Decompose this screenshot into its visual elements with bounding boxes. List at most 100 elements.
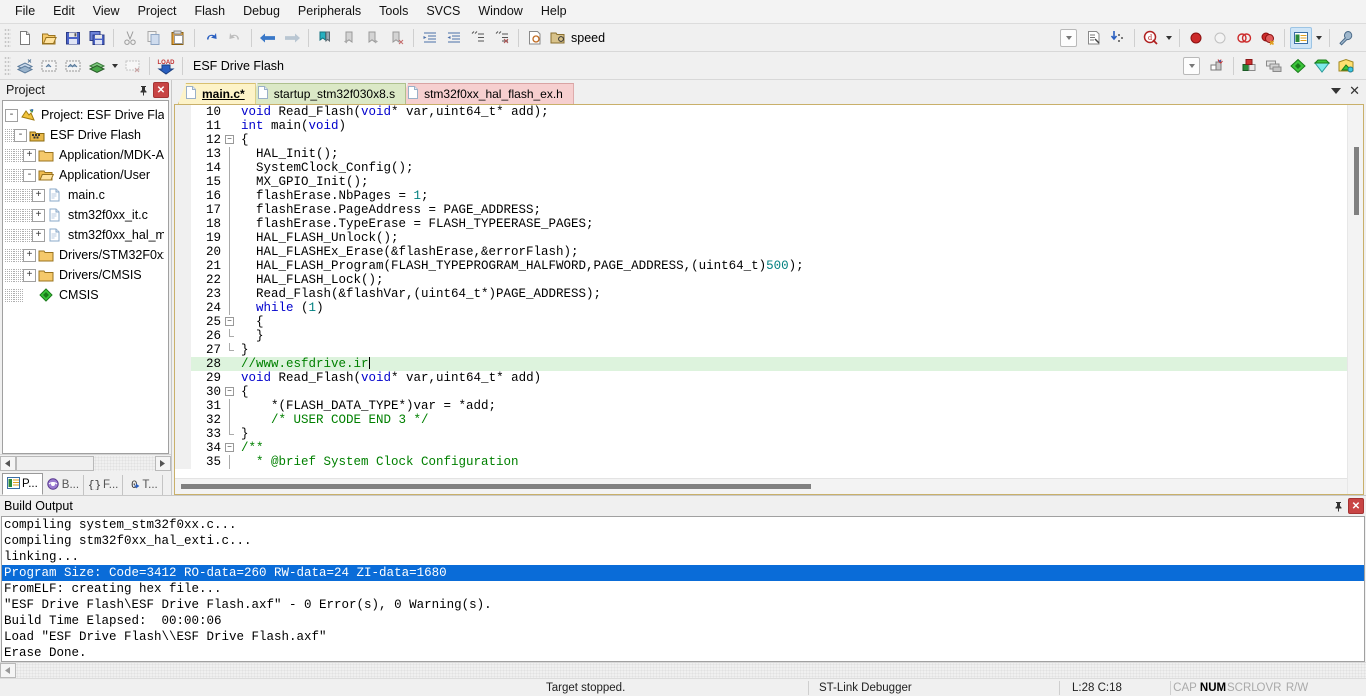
options-for-target-button[interactable] <box>1239 55 1261 77</box>
code-line[interactable]: 12−{ <box>175 133 1347 147</box>
select-software-packs-button[interactable] <box>1335 55 1357 77</box>
fold-gutter[interactable] <box>221 203 237 217</box>
fold-gutter[interactable] <box>221 217 237 231</box>
code-text[interactable]: } <box>237 329 1347 343</box>
code-line[interactable]: 31 *(FLASH_DATA_TYPE*)var = *add; <box>175 399 1347 413</box>
bookmark-gutter[interactable] <box>175 217 191 231</box>
batch-build-dropdown[interactable] <box>109 55 121 77</box>
code-text[interactable]: HAL_FLASH_Program(FLASH_TYPEPROGRAM_HALF… <box>237 259 1347 273</box>
disable-all-breakpoints-button[interactable] <box>1233 27 1255 49</box>
comment-button[interactable] <box>467 27 489 49</box>
code-text[interactable]: /** <box>237 441 1347 455</box>
tree-node[interactable]: + Drivers/STM32F0xx_HAL_Driver <box>5 245 168 265</box>
pin-icon[interactable] <box>135 82 151 98</box>
code-line[interactable]: 20 HAL_FLASHEx_Erase(&flashErase,&errorF… <box>175 245 1347 259</box>
fold-gutter[interactable] <box>221 175 237 189</box>
code-line[interactable]: 22 HAL_FLASH_Lock(); <box>175 273 1347 287</box>
navigate-back-button[interactable] <box>257 27 279 49</box>
code-line[interactable]: 24 while (1) <box>175 301 1347 315</box>
fold-gutter[interactable] <box>221 357 237 371</box>
copy-button[interactable] <box>143 27 165 49</box>
code-text[interactable]: Read_Flash(&flashVar,(uint64_t*)PAGE_ADD… <box>237 287 1347 301</box>
code-line[interactable]: 19 HAL_FLASH_Unlock(); <box>175 231 1347 245</box>
bookmark-gutter[interactable] <box>175 427 191 441</box>
editor-tab-2[interactable]: stm32f0xx_hal_flash_ex.h <box>400 83 574 104</box>
code-line[interactable]: 13 HAL_Init(); <box>175 147 1347 161</box>
fold-gutter[interactable] <box>221 399 237 413</box>
fold-toggle-icon[interactable]: − <box>225 387 234 396</box>
fold-toggle-icon[interactable]: − <box>225 443 234 452</box>
disable-breakpoint-button[interactable] <box>1209 27 1231 49</box>
pack-installer-button[interactable] <box>1287 55 1309 77</box>
code-text[interactable]: void Read_Flash(void* var,uint64_t* add)… <box>237 105 1347 119</box>
build-output-line[interactable]: Program Size: Code=3412 RO-data=260 RW-d… <box>2 565 1364 581</box>
bookmark-gutter[interactable] <box>175 273 191 287</box>
new-file-button[interactable] <box>14 27 36 49</box>
code-text[interactable]: } <box>237 427 1347 441</box>
build-output-log[interactable]: compiling system_stm32f0xx.c... compiling… <box>1 516 1365 662</box>
bookmark-toggle-button[interactable] <box>314 27 336 49</box>
bookmark-gutter[interactable] <box>175 371 191 385</box>
menu-item-help[interactable]: Help <box>532 1 576 22</box>
build-output-line[interactable]: Load "ESF Drive Flash\\ESF Drive Flash.a… <box>2 629 1364 645</box>
fold-toggle-icon[interactable]: − <box>225 317 234 326</box>
bookmark-gutter[interactable] <box>175 329 191 343</box>
code-line[interactable]: 11 int main(void) <box>175 119 1347 133</box>
fold-gutter[interactable] <box>221 189 237 203</box>
project-panel-tab-0[interactable]: P... <box>2 473 43 495</box>
menu-item-window[interactable]: Window <box>469 1 531 22</box>
bookmark-gutter[interactable] <box>175 245 191 259</box>
fold-gutter[interactable] <box>221 105 237 119</box>
code-line[interactable]: 33} <box>175 427 1347 441</box>
fold-gutter[interactable] <box>221 259 237 273</box>
indent-button[interactable] <box>419 27 441 49</box>
code-line[interactable]: 35 * @brief System Clock Configuration <box>175 455 1347 469</box>
code-text[interactable]: SystemClock_Config(); <box>237 161 1347 175</box>
tree-node[interactable]: + Drivers/CMSIS <box>5 265 168 285</box>
toolbar-grip[interactable] <box>4 27 11 48</box>
project-panel-tab-1[interactable]: B... <box>43 475 85 495</box>
find-in-files-button[interactable] <box>524 27 546 49</box>
build-output-line[interactable]: Build Time Elapsed: 00:00:06 <box>2 613 1364 629</box>
code-line[interactable]: 30−{ <box>175 385 1347 399</box>
download-button[interactable]: LOAD <box>155 55 177 77</box>
manage-project-items-button[interactable] <box>1263 55 1285 77</box>
menu-item-edit[interactable]: Edit <box>44 1 84 22</box>
code-line[interactable]: 32 /* USER CODE END 3 */ <box>175 413 1347 427</box>
fold-gutter[interactable] <box>221 119 237 133</box>
editor-hscrollbar[interactable] <box>175 478 1347 494</box>
insert-breakpoint-button[interactable] <box>1185 27 1207 49</box>
bookmark-gutter[interactable] <box>175 189 191 203</box>
bookmark-next-button[interactable] <box>362 27 384 49</box>
code-text[interactable]: /* USER CODE END 3 */ <box>237 413 1347 427</box>
scroll-thumb[interactable] <box>16 455 94 471</box>
rebuild-button[interactable] <box>62 55 84 77</box>
code-text[interactable]: { <box>237 133 1347 147</box>
debug-dropdown[interactable] <box>1163 27 1175 49</box>
start-debug-session-button[interactable]: d <box>1140 27 1162 49</box>
tree-node[interactable]: - Project: ESF Drive Flash <box>5 105 168 125</box>
menu-item-view[interactable]: View <box>84 1 129 22</box>
tree-node[interactable]: - ESF Drive Flash <box>5 125 168 145</box>
paste-button[interactable] <box>167 27 189 49</box>
goto-definition-button[interactable] <box>1107 27 1129 49</box>
code-text[interactable]: void Read_Flash(void* var,uint64_t* add) <box>237 371 1347 385</box>
fold-gutter[interactable] <box>221 343 237 357</box>
uncomment-button[interactable] <box>491 27 513 49</box>
save-button[interactable] <box>62 27 84 49</box>
scroll-track[interactable] <box>16 663 1366 678</box>
build-output-line[interactable]: compiling stm32f0xx_hal_exti.c... <box>2 533 1364 549</box>
tree-node[interactable]: + Application/MDK-ARM <box>5 145 168 165</box>
code-text[interactable]: } <box>237 343 1347 357</box>
code-editor[interactable]: 10 void Read_Flash(void* var,uint64_t* ad… <box>174 104 1364 495</box>
menu-item-svcs[interactable]: SVCS <box>417 1 469 22</box>
code-text[interactable]: MX_GPIO_Init(); <box>237 175 1347 189</box>
code-line[interactable]: 28 //www.esfdrive.ir <box>175 357 1347 371</box>
code-line[interactable]: 18 flashErase.TypeErase = FLASH_TYPEERAS… <box>175 217 1347 231</box>
navigate-forward-button[interactable] <box>281 27 303 49</box>
bookmark-gutter[interactable] <box>175 399 191 413</box>
bookmark-gutter[interactable] <box>175 259 191 273</box>
manage-windows-dropdown[interactable] <box>1313 27 1325 49</box>
bookmark-gutter[interactable] <box>175 343 191 357</box>
scroll-track[interactable] <box>94 455 155 471</box>
